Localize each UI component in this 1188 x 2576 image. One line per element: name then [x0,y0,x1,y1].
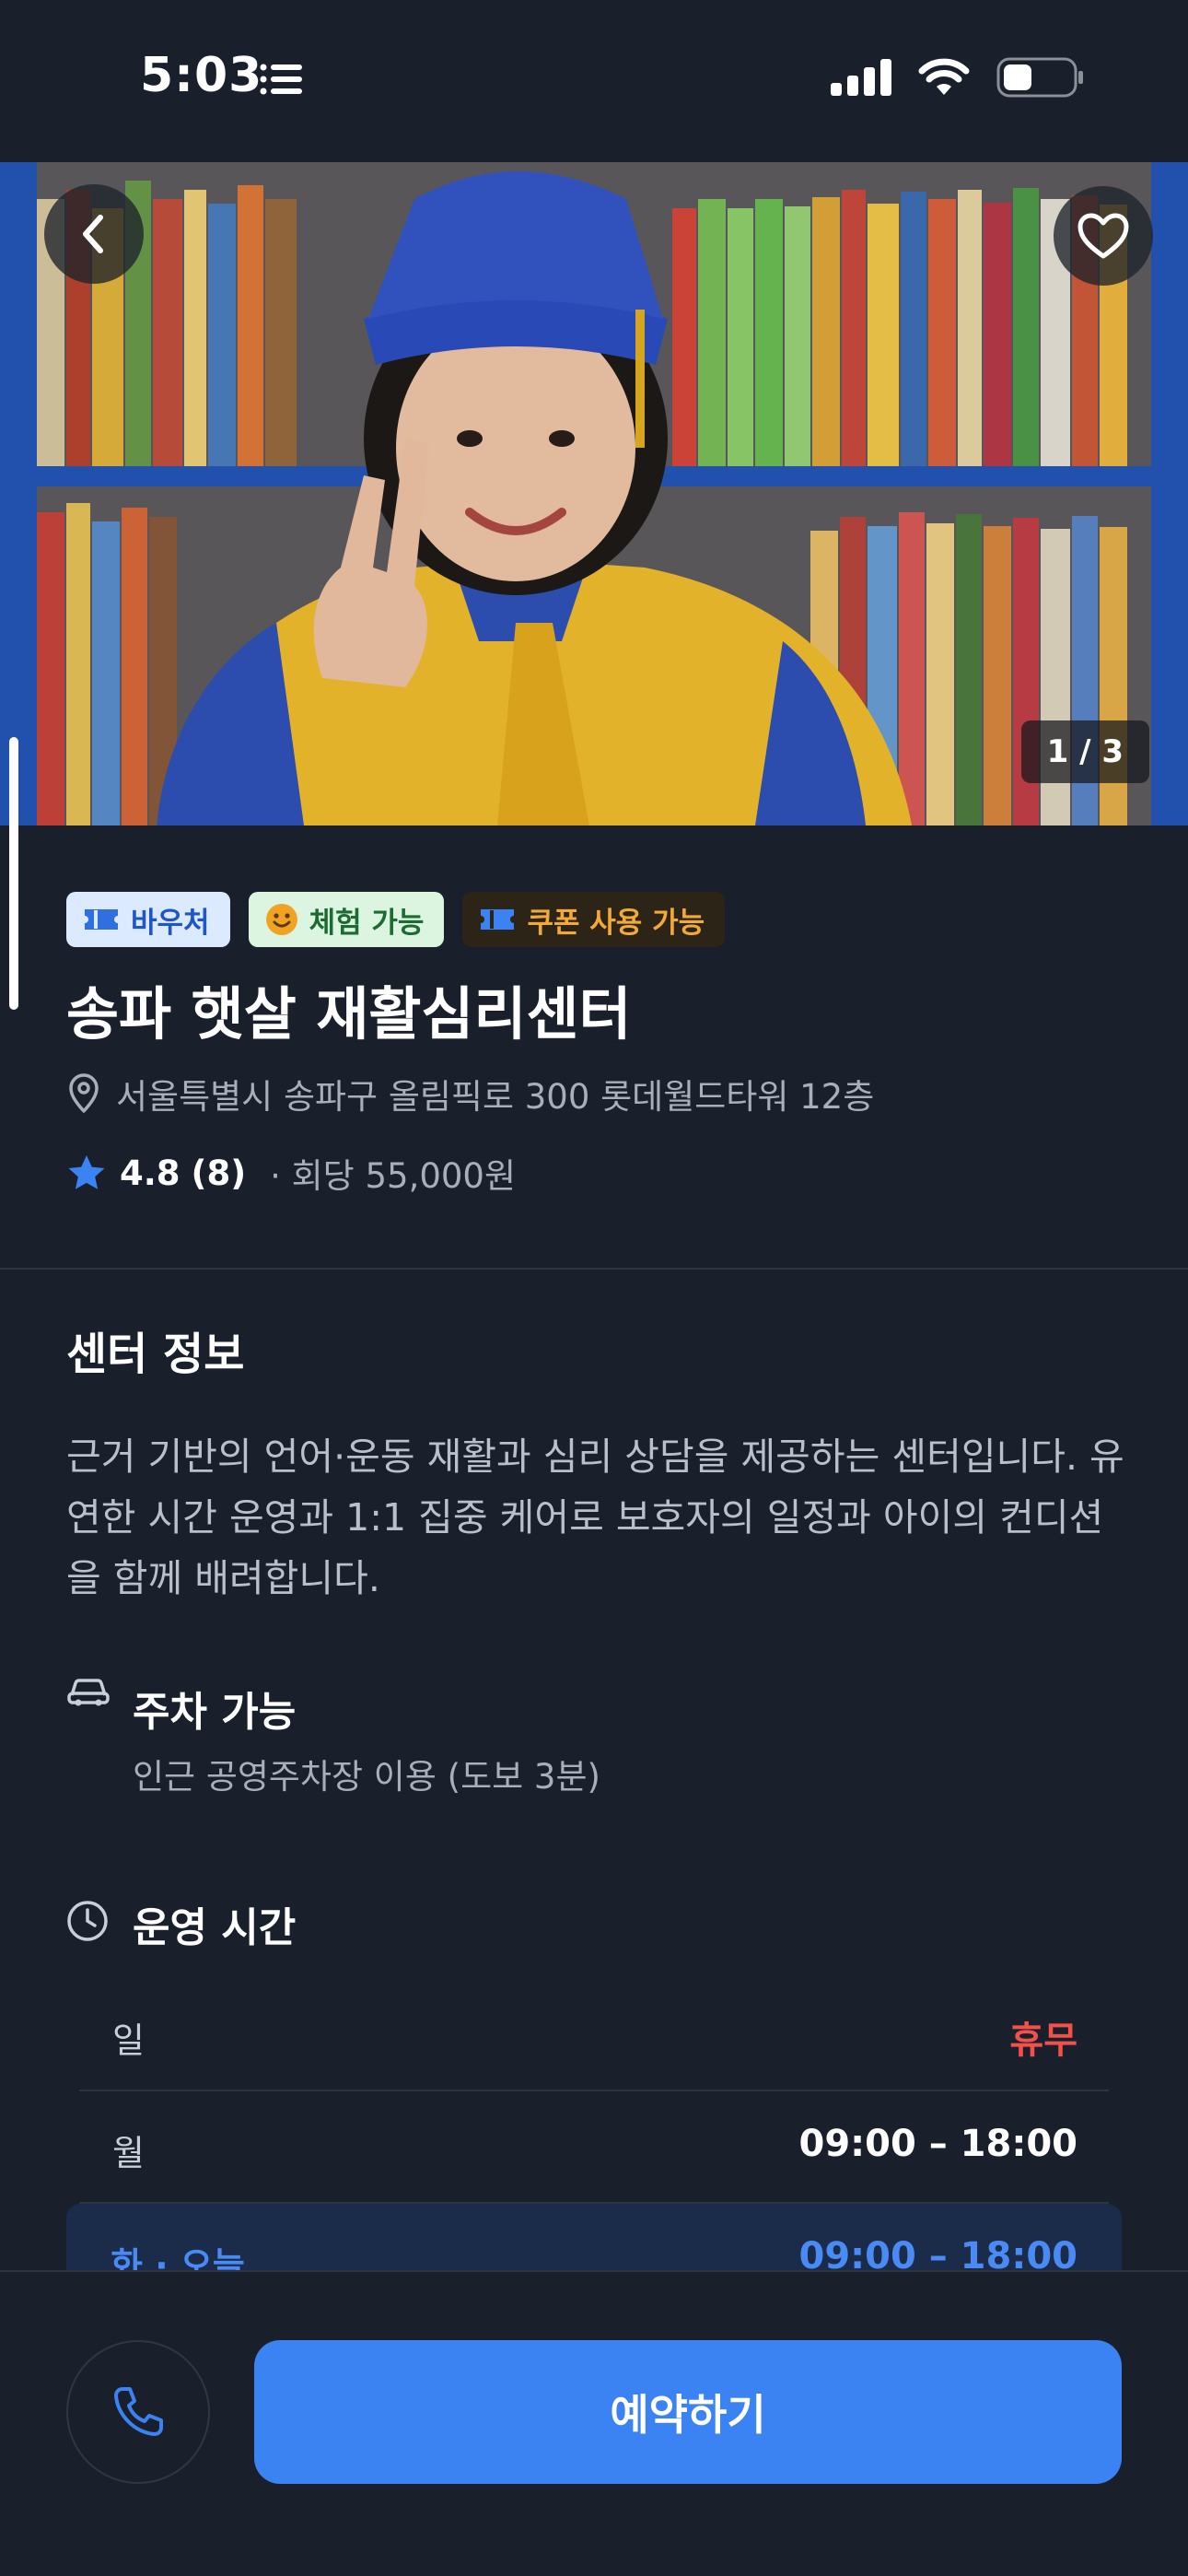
chevron-left-icon [83,215,103,253]
address-row: 서울특별시 송파구 올림픽로 300 롯데월드타워 12층 [66,1069,874,1118]
back-button[interactable] [44,184,144,284]
signal-icon [831,59,891,96]
photo-counter: 1 / 3 [1020,720,1149,783]
voucher-badge-label: 바우처 [131,906,210,940]
parking-title: 주차 가능 [133,1689,297,1736]
hours-row: 월 09:00 – 18:00 [79,2091,1109,2204]
hours-title: 운영 시간 [133,1904,297,1951]
coupon-badge: 쿠폰 사용 가능 [462,892,726,947]
trial-badge: 체험 가능 [248,892,445,947]
status-indicators [831,57,1085,98]
parking-detail: 인근 공영주차장 이용 (도보 3분) [133,1757,600,1797]
hero-illustration [0,162,1188,825]
clock-icon [67,1901,108,1941]
call-button[interactable] [66,2340,210,2484]
hours-time: 휴무 [1009,2020,1077,2062]
address-text: 서울특별시 송파구 올림픽로 300 롯데월드타워 12층 [116,1077,875,1117]
rating-value: 4.8 [120,1153,181,1193]
rating-row[interactable]: 4.8 (8) · 회당 55,000원 [66,1148,516,1198]
list-icon [260,64,302,95]
hours-day: 일 [112,2020,145,2061]
voucher-badge: 바우처 [66,892,230,947]
heart-icon [1077,213,1129,259]
section-divider [0,1268,1188,1270]
review-count: (8) [191,1153,247,1193]
scrollbar[interactable] [9,737,18,1010]
wifi-icon [918,58,970,95]
favorite-button[interactable] [1054,186,1153,286]
hours-row: 일 휴무 [79,1979,1109,2091]
smile-icon [265,904,297,935]
coupon-badge-label: 쿠폰 사용 가능 [527,906,705,940]
hours-table: 일 휴무 월 09:00 – 18:00 화 · 오늘 09:00 – 18:0… [66,1979,1122,2316]
reserve-button[interactable]: 예약하기 [254,2340,1122,2484]
hours-time: 09:00 – 18:00 [798,2123,1078,2165]
section-title-center-info: 센터 정보 [66,1329,245,1380]
trial-badge-label: 체험 가능 [309,906,425,940]
center-name: 송파 햇살 재활심리센터 [66,980,632,1048]
center-description: 근거 기반의 언어·운동 재활과 심리 상담을 제공하는 센터입니다. 유연한 … [66,1434,1124,1600]
star-icon [68,1155,105,1189]
ticket-icon [481,909,515,930]
session-price: · 회당 55,000원 [270,1156,516,1196]
location-pin-icon [69,1073,99,1113]
hero-photo[interactable] [0,162,1188,825]
car-icon [67,1679,110,1706]
badge-list: 바우처 체험 가능 쿠폰 사용 가능 [66,892,726,947]
ticket-icon [85,909,118,930]
status-bar: 5:03 [0,0,1188,162]
hours-day: 월 [112,2133,145,2173]
battery-icon [996,57,1083,98]
status-time: 5:03 [140,48,263,103]
phone-icon [114,2387,163,2436]
